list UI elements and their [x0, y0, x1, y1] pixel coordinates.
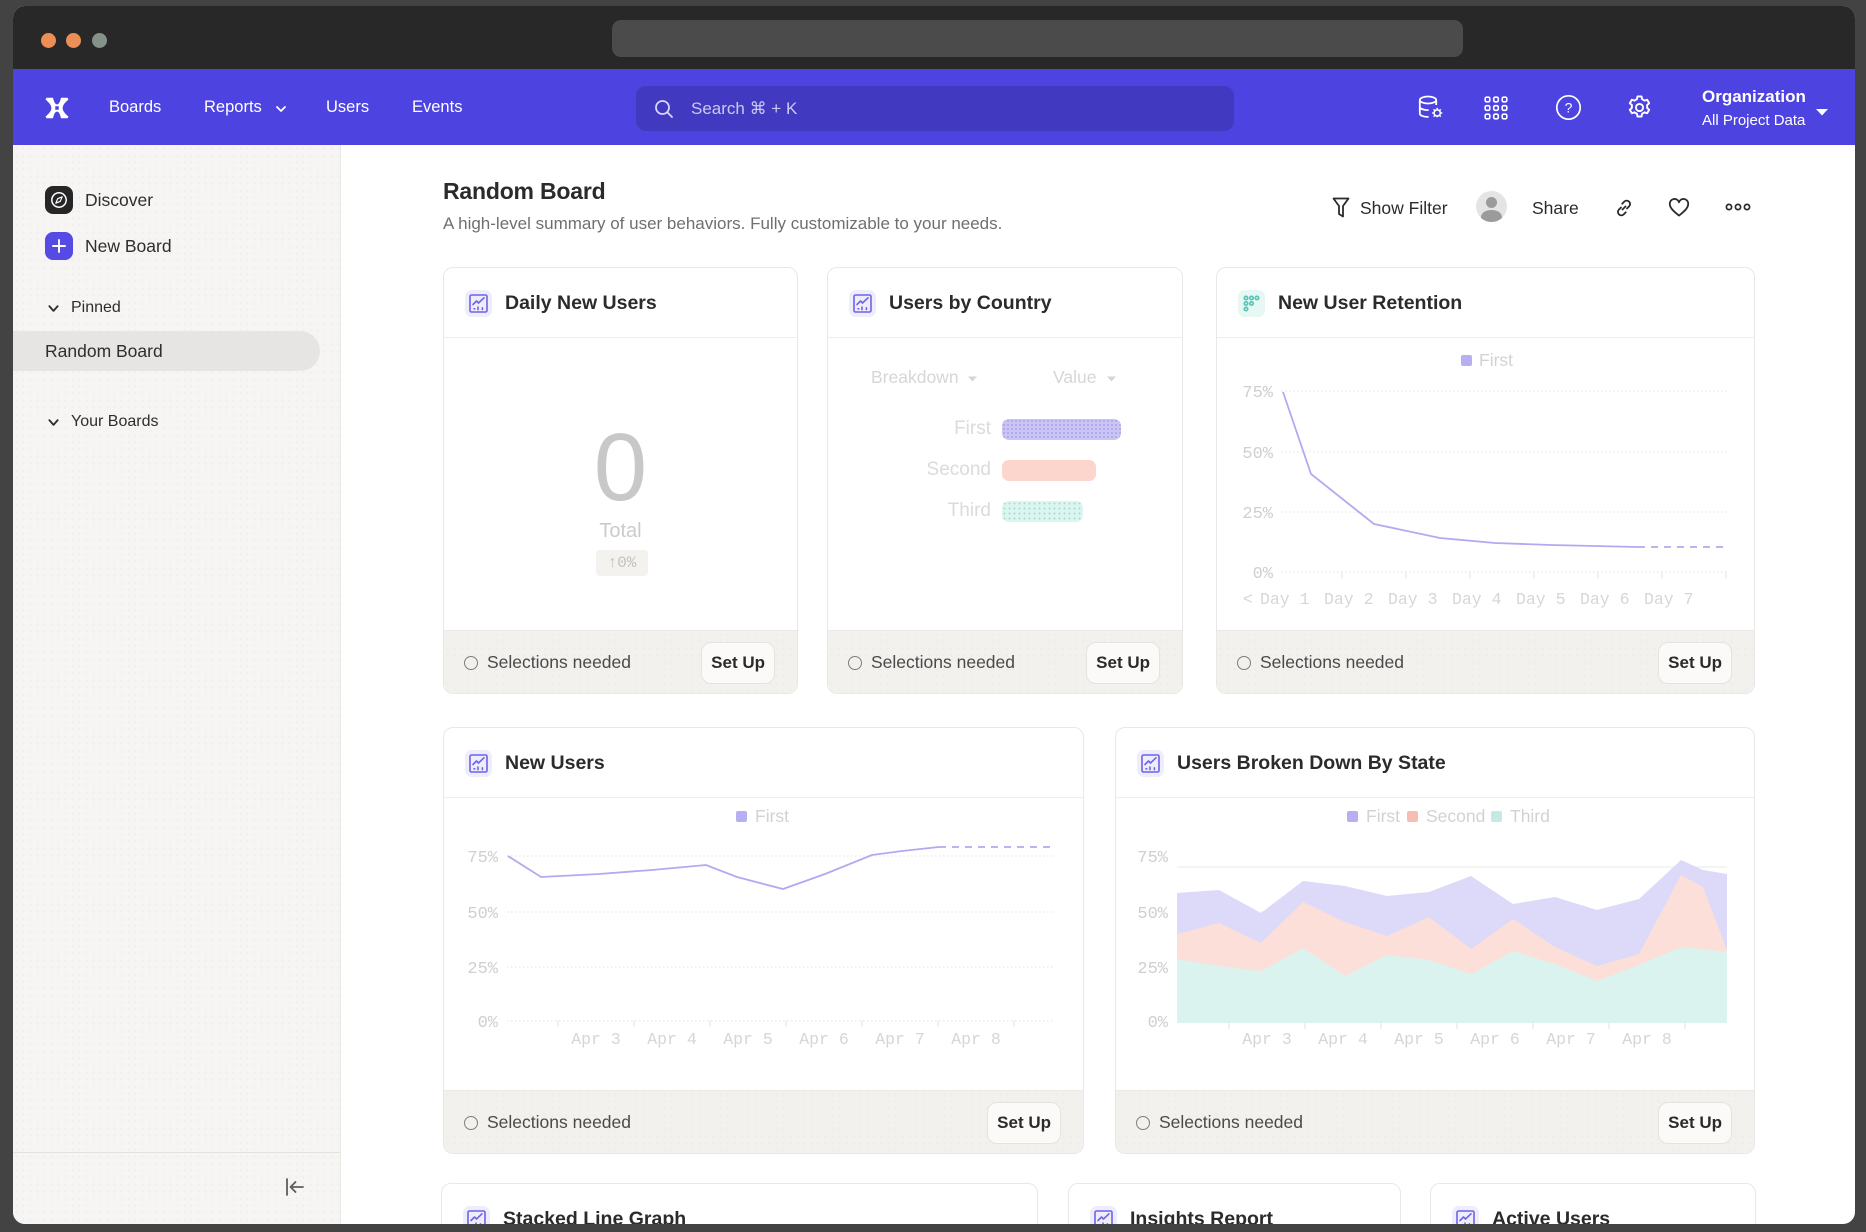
- svg-text:75%: 75%: [467, 849, 498, 868]
- svg-text:25%: 25%: [467, 960, 498, 979]
- svg-text:First: First: [1479, 350, 1513, 370]
- svg-text:?: ?: [1565, 100, 1573, 116]
- svg-text:Apr 8: Apr 8: [951, 1030, 1001, 1049]
- svg-text:Apr 4: Apr 4: [647, 1030, 697, 1049]
- svg-text:Day 3: Day 3: [1388, 590, 1438, 609]
- svg-text:Day 1: Day 1: [1260, 590, 1310, 609]
- svg-text:25%: 25%: [1242, 505, 1273, 524]
- svg-text:Day 2: Day 2: [1324, 590, 1374, 609]
- svg-text:75%: 75%: [1137, 849, 1168, 868]
- svg-text:Apr 8: Apr 8: [1622, 1030, 1672, 1049]
- svg-text:Apr 3: Apr 3: [571, 1030, 621, 1049]
- svg-text:50%: 50%: [1137, 905, 1168, 924]
- svg-text:Apr 4: Apr 4: [1318, 1030, 1368, 1049]
- svg-text:Apr 5: Apr 5: [723, 1030, 773, 1049]
- svg-text:75%: 75%: [1242, 384, 1273, 403]
- svg-text:50%: 50%: [467, 905, 498, 924]
- svg-text:Apr 6: Apr 6: [799, 1030, 849, 1049]
- svg-text:Day 6: Day 6: [1580, 590, 1630, 609]
- svg-text:Day 4: Day 4: [1452, 590, 1502, 609]
- svg-text:<: <: [1243, 590, 1253, 609]
- svg-text:0%: 0%: [1253, 565, 1274, 584]
- svg-text:Apr 7: Apr 7: [875, 1030, 925, 1049]
- svg-text:Day 5: Day 5: [1516, 590, 1566, 609]
- svg-text:First: First: [1366, 806, 1400, 826]
- svg-text:Apr 6: Apr 6: [1470, 1030, 1520, 1049]
- svg-text:Day 7: Day 7: [1644, 590, 1694, 609]
- svg-text:Apr 3: Apr 3: [1242, 1030, 1292, 1049]
- svg-text:50%: 50%: [1242, 445, 1273, 464]
- svg-text:First: First: [755, 806, 789, 826]
- svg-text:Apr 5: Apr 5: [1394, 1030, 1444, 1049]
- svg-text:25%: 25%: [1137, 960, 1168, 979]
- svg-text:0%: 0%: [478, 1014, 499, 1033]
- svg-text:Third: Third: [1510, 806, 1550, 826]
- svg-text:Second: Second: [1426, 806, 1485, 826]
- svg-text:Apr 7: Apr 7: [1546, 1030, 1596, 1049]
- svg-text:0%: 0%: [1148, 1014, 1169, 1033]
